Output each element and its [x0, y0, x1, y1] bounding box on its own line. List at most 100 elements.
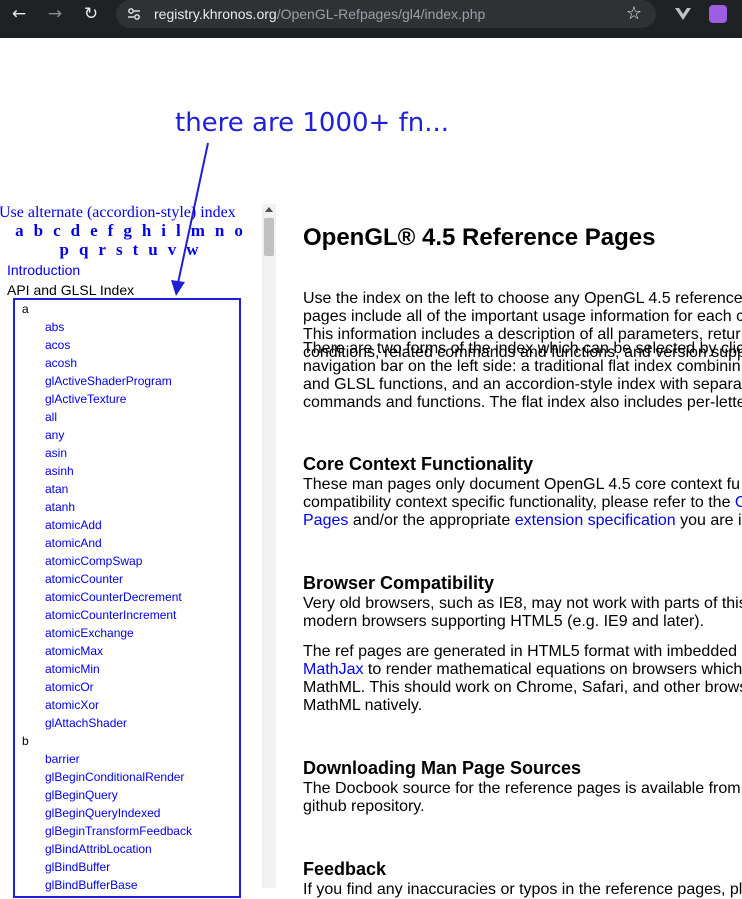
- introduction-link[interactable]: Introduction: [7, 262, 80, 278]
- function-link[interactable]: atomicMin: [22, 662, 242, 680]
- url-text[interactable]: registry.khronos.org/OpenGL-Refpages/gl4…: [154, 6, 485, 22]
- compat-link[interactable]: C: [735, 494, 742, 511]
- letter-link-n[interactable]: n: [215, 221, 224, 240]
- html5-line-2: MathJax to render mathematical equations…: [303, 661, 742, 678]
- annotation-text: there are 1000+ fn...: [175, 108, 450, 138]
- extension-purple-icon[interactable]: [709, 5, 727, 23]
- letter-link-b[interactable]: b: [34, 221, 43, 240]
- feedback-line: If you find any inaccuracies or typos in…: [303, 881, 742, 898]
- function-link[interactable]: all: [22, 410, 242, 428]
- function-link[interactable]: atomicExchange: [22, 626, 242, 644]
- html5-line-3: MathML. This should work on Chrome, Safa…: [303, 679, 742, 696]
- letter-link-q[interactable]: q: [79, 240, 88, 259]
- letter-link-u[interactable]: u: [148, 240, 157, 259]
- function-link[interactable]: atomicCompSwap: [22, 554, 242, 572]
- html5-line-4: MathML natively.: [303, 697, 423, 714]
- function-link[interactable]: glActiveTexture: [22, 392, 242, 410]
- core-line-3: Pages and/or the appropriate extension s…: [303, 512, 742, 529]
- function-link[interactable]: glBindBufferBase: [22, 878, 242, 896]
- alternate-index-link[interactable]: Use alternate (accordion-style) index: [0, 204, 236, 222]
- pages-link[interactable]: Pages: [303, 512, 348, 529]
- function-link[interactable]: atan: [22, 482, 242, 500]
- letter-link-f[interactable]: f: [108, 221, 114, 240]
- html5-line-1: The ref pages are generated in HTML5 for…: [303, 643, 738, 660]
- function-link[interactable]: atomicMax: [22, 644, 242, 662]
- function-link[interactable]: barrier: [22, 752, 242, 770]
- function-link[interactable]: atanh: [22, 500, 242, 518]
- letter-link-h[interactable]: h: [142, 221, 151, 240]
- function-link[interactable]: any: [22, 428, 242, 446]
- function-link[interactable]: glBindBuffer: [22, 860, 242, 878]
- download-line-2: github repository.: [303, 798, 425, 815]
- scroll-up-arrow-icon[interactable]: [265, 207, 273, 212]
- core-line-1: These man pages only document OpenGL 4.5…: [303, 476, 740, 493]
- letter-link-g[interactable]: g: [123, 221, 132, 240]
- function-link[interactable]: glBindAttribLocation: [22, 842, 242, 860]
- letter-link-d[interactable]: d: [71, 221, 80, 240]
- letter-link-w[interactable]: w: [186, 240, 198, 259]
- extension-spec-link[interactable]: extension specification: [515, 512, 676, 529]
- feedback-heading: Feedback: [303, 859, 387, 879]
- function-link[interactable]: acosh: [22, 356, 242, 374]
- letter-link-t[interactable]: t: [133, 240, 139, 259]
- letter-link-l[interactable]: l: [176, 221, 181, 240]
- reload-button[interactable]: ↻: [76, 3, 106, 25]
- function-link[interactable]: glBeginTransformFeedback: [22, 824, 242, 842]
- scroll-thumb[interactable]: [264, 218, 274, 256]
- intro-line: Use the index on the left to choose any …: [303, 290, 742, 307]
- letter-link-m[interactable]: m: [191, 221, 205, 240]
- address-bar[interactable]: registry.khronos.org/OpenGL-Refpages/gl4…: [116, 0, 656, 28]
- function-link[interactable]: atomicXor: [22, 698, 242, 716]
- function-link[interactable]: atomicOr: [22, 680, 242, 698]
- letter-link-s[interactable]: s: [116, 240, 123, 259]
- function-link[interactable]: atomicAnd: [22, 536, 242, 554]
- letter-navigation: abcdefghilmno pqrstuvw: [0, 221, 258, 259]
- downloading-heading: Downloading Man Page Sources: [303, 758, 582, 778]
- letter-link-e[interactable]: e: [90, 221, 98, 240]
- forward-button[interactable]: →: [40, 3, 70, 25]
- function-link[interactable]: glBeginQueryIndexed: [22, 806, 242, 824]
- core-line-2: compatibility context specific functiona…: [303, 494, 742, 512]
- core-context-heading: Core Context Functionality: [303, 454, 534, 474]
- page-title: OpenGL® 4.5 Reference Pages: [303, 224, 656, 251]
- intro-line: pages include all of the important usage…: [303, 308, 742, 325]
- site-info-icon[interactable]: [126, 6, 142, 22]
- function-link[interactable]: glBeginConditionalRender: [22, 770, 242, 788]
- letter-link-p[interactable]: p: [59, 240, 68, 259]
- function-link[interactable]: glAttachShader: [22, 716, 242, 734]
- letter-link-c[interactable]: c: [53, 221, 61, 240]
- function-link[interactable]: atomicCounterDecrement: [22, 590, 242, 608]
- main-content: OpenGL® 4.5 Reference Pages Use the inde…: [303, 224, 742, 361]
- letter-link-v[interactable]: v: [168, 240, 177, 259]
- letter-link-o[interactable]: o: [234, 221, 243, 240]
- browser-line-1: Very old browsers, such as IE8, may not …: [303, 595, 742, 612]
- index-forms-line: There are two forms of the index which c…: [303, 340, 742, 357]
- index-scrollbar[interactable]: [262, 204, 276, 888]
- function-link[interactable]: glBeginQuery: [22, 788, 242, 806]
- function-link[interactable]: atomicCounter: [22, 572, 242, 590]
- index-forms-line: commands and functions. The flat index a…: [303, 394, 742, 411]
- index-forms-line: navigation bar on the left side: a tradi…: [303, 358, 741, 375]
- bookmark-star-icon[interactable]: ☆: [626, 3, 642, 25]
- extension-v-icon[interactable]: [674, 6, 692, 22]
- function-link[interactable]: atomicCounterIncrement: [22, 608, 242, 626]
- browser-line-2: modern browsers supporting HTML5 (e.g. I…: [303, 613, 705, 630]
- back-button[interactable]: ←: [4, 3, 34, 25]
- letter-link-r[interactable]: r: [98, 240, 106, 259]
- function-link[interactable]: asin: [22, 446, 242, 464]
- letter-link-a[interactable]: a: [15, 221, 24, 240]
- function-link[interactable]: atomicAdd: [22, 518, 242, 536]
- mathjax-link[interactable]: MathJax: [303, 661, 363, 678]
- function-link[interactable]: abs: [22, 320, 242, 338]
- function-link[interactable]: glActiveShaderProgram: [22, 374, 242, 392]
- function-link[interactable]: asinh: [22, 464, 242, 482]
- browser-toolbar: ← → ↻ registry.khronos.org/OpenGL-Refpag…: [0, 0, 742, 38]
- index-group-letter: a: [22, 302, 29, 316]
- function-link[interactable]: acos: [22, 338, 242, 356]
- index-forms-line: and GLSL functions, and an accordion-sty…: [303, 376, 742, 393]
- browser-compat-heading: Browser Compatibility: [303, 573, 495, 593]
- download-line-1: The Docbook source for the reference pag…: [303, 780, 741, 797]
- api-index-title: API and GLSL Index: [7, 282, 135, 298]
- function-index-list: a abs acos acosh glActiveShaderProgram glActi…: [22, 302, 242, 896]
- letter-link-i[interactable]: i: [161, 221, 166, 240]
